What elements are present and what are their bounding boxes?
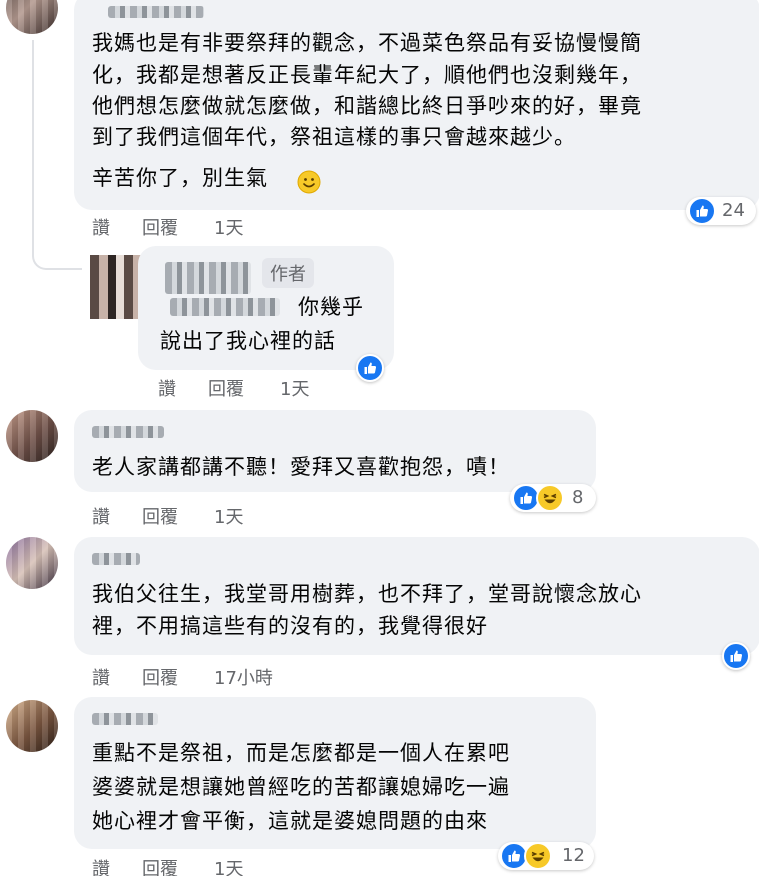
comment-text-line: 我伯父往生，我堂哥用樹葬，也不拜了，堂哥說懷念放心 <box>92 582 642 606</box>
timestamp[interactable]: 1天 <box>214 855 243 876</box>
comment-text-line: 辛苦你了，別生氣 <box>92 166 268 190</box>
reaction-count: 8 <box>572 487 584 508</box>
commenter-avatar[interactable] <box>6 700 58 752</box>
timestamp[interactable]: 1天 <box>214 214 243 240</box>
like-link[interactable]: 讚 <box>92 855 110 876</box>
like-reaction-icon <box>688 197 716 225</box>
reply-link[interactable]: 回覆 <box>208 375 244 401</box>
comment-actions: 讚 回覆 1天 <box>92 503 292 529</box>
reaction-count: 24 <box>722 200 745 221</box>
like-reaction-icon[interactable] <box>356 354 384 382</box>
like-reaction-icon[interactable] <box>722 642 750 670</box>
comment-text-line: 裡，不用搞這些有的沒有的，我覺得很好 <box>92 614 488 638</box>
comment-text-line: 我媽也是有非要祭拜的觀念，不過菜色祭品有妥協慢慢簡 <box>92 31 642 55</box>
reply-link[interactable]: 回覆 <box>142 214 178 240</box>
commenter-avatar[interactable] <box>6 537 58 589</box>
reaction-count: 12 <box>562 845 585 866</box>
reaction-summary[interactable]: 8 <box>510 484 596 512</box>
reply-text-line: 說出了我心裡的話 <box>160 329 336 353</box>
commenter-avatar[interactable] <box>6 410 58 462</box>
haha-reaction-icon <box>536 484 564 512</box>
comment-actions: 讚 回覆 1天 <box>92 855 292 876</box>
reply-link[interactable]: 回覆 <box>142 664 178 690</box>
commenter-avatar[interactable] <box>6 0 58 34</box>
timestamp[interactable]: 1天 <box>214 503 243 529</box>
smile-emoji-icon <box>297 170 321 194</box>
comment-actions: 讚 回覆 1天 <box>158 375 358 401</box>
comment-actions: 讚 回覆 17小時 <box>92 664 332 690</box>
haha-reaction-icon <box>524 842 552 870</box>
reply-text-line: 你幾乎 <box>298 295 364 319</box>
mention-blurred[interactable] <box>170 298 280 316</box>
author-name-blurred[interactable] <box>165 262 251 294</box>
reply-link[interactable]: 回覆 <box>142 503 178 529</box>
like-link[interactable]: 讚 <box>158 375 176 401</box>
comment-text-line: 化，我都是想著反正長輩年紀大了，順他們也沒剩幾年， <box>92 63 642 87</box>
comment-text-line: 老人家講都講不聽！愛拜又喜歡抱怨，嘖！ <box>92 455 510 479</box>
comment-text-line: 重點不是祭祖，而是怎麼都是一個人在累吧 <box>92 741 510 765</box>
commenter-name-blurred[interactable] <box>92 426 164 438</box>
timestamp[interactable]: 17小時 <box>214 664 273 690</box>
commenter-name-blurred[interactable] <box>108 6 204 18</box>
comment-text-line: 她心裡才會平衡，這就是婆媳問題的由來 <box>92 809 488 833</box>
timestamp[interactable]: 1天 <box>280 375 309 401</box>
commenter-name-blurred[interactable] <box>92 713 158 725</box>
comment-actions: 讚 回覆 1天 <box>92 214 292 240</box>
comment-text-line: 到了我們這個年代，祭祖這樣的事只會越來越少。 <box>92 125 576 149</box>
reaction-summary[interactable]: 12 <box>498 842 594 870</box>
like-link[interactable]: 讚 <box>92 664 110 690</box>
reply-thread-line <box>32 40 82 270</box>
commenter-name-blurred[interactable] <box>92 553 140 565</box>
like-link[interactable]: 讚 <box>92 214 110 240</box>
reaction-summary[interactable]: 24 <box>686 197 756 225</box>
like-link[interactable]: 讚 <box>92 503 110 529</box>
comment-text-line: 婆婆就是想讓她曾經吃的苦都讓媳婦吃一遍 <box>92 775 510 799</box>
reply-link[interactable]: 回覆 <box>142 855 178 876</box>
comment-text-line: 他們想怎麼做就怎麼做，和諧總比終日爭吵來的好，畢竟 <box>92 94 642 118</box>
author-badge: 作者 <box>262 258 314 288</box>
